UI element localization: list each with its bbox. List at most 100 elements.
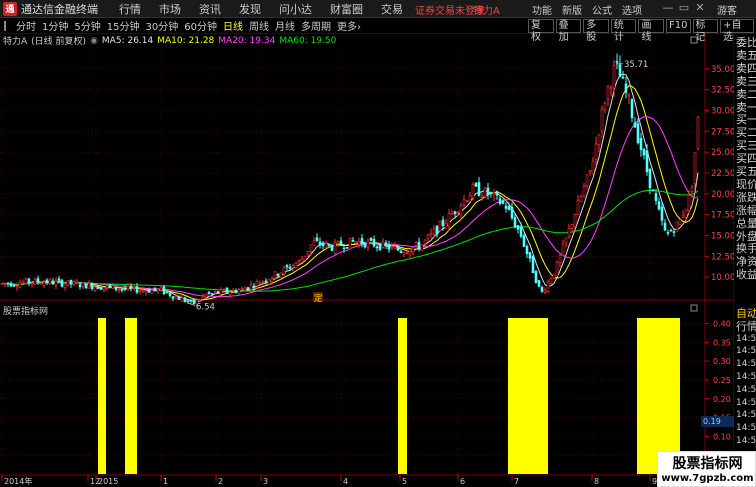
watermark-title: 股票指标网 [672, 456, 743, 472]
candle-body [267, 279, 271, 285]
candle-body [72, 281, 76, 285]
candle-body [279, 272, 283, 279]
candle-body [84, 283, 88, 289]
quote-label: 卖二 [736, 87, 756, 101]
candle-body [576, 200, 580, 215]
quote-label: 卖五 [736, 48, 756, 62]
candle-body [87, 283, 91, 289]
tick-time-label: 14:5 [736, 359, 756, 370]
pane-maximize-icon [690, 36, 698, 44]
candle-body [429, 232, 433, 236]
candle-body [474, 183, 478, 187]
panel-tab-label[interactable]: 行情 [736, 320, 756, 333]
ma5-line [1, 73, 699, 303]
candle-body [246, 287, 250, 290]
candle-body [435, 225, 439, 235]
candle-body [315, 237, 319, 241]
chart-axes: 35.00 32.50 30.00 27.50 25.00 22.50 20.00 17.50… [1, 36, 735, 486]
candle-body [168, 292, 172, 297]
candle-body [555, 262, 559, 277]
candle-body [144, 290, 148, 293]
candle-body [186, 300, 190, 303]
indicator-maximize-icon [690, 304, 698, 312]
quote-side-panel[interactable]: 委比 卖五 卖四 卖三 卖二 卖一 买一 买二 买三 买四 买五 现价 涨跌 涨幅 总量 外盘 换手 净资 收益 自动… [734, 34, 756, 487]
candle-body [609, 87, 613, 90]
candle-body [231, 289, 235, 292]
time-tick-label: 1 [163, 477, 168, 486]
indicator-current-value: 0.19 [701, 416, 734, 427]
candle-body [657, 201, 661, 210]
candle-body [54, 280, 58, 286]
candle-body [345, 247, 349, 249]
candle-body [507, 206, 511, 211]
indicator-tick-label: 0.35 [713, 338, 731, 347]
tick-time-label: 14:5 [736, 423, 756, 434]
candle-body [204, 293, 208, 298]
candle-body [135, 286, 139, 293]
quote-label: 收益 [736, 268, 756, 282]
candle-body [249, 284, 253, 290]
candle-body [360, 238, 364, 245]
candle-body [648, 168, 652, 189]
candle-body [537, 280, 541, 287]
candle-body [318, 241, 322, 246]
quote-label: 涨幅 [736, 203, 756, 217]
candle-body [456, 211, 460, 214]
candle-body [639, 137, 643, 151]
candle-body [156, 289, 160, 292]
indicator-signal-bar [508, 318, 548, 474]
candle-body [513, 217, 517, 228]
candle-body [258, 282, 262, 285]
candle-body [489, 191, 493, 194]
price-tick-label: 30.00 [711, 107, 735, 117]
candle-body [255, 281, 259, 287]
candle-body [651, 189, 655, 192]
candle-body [129, 285, 133, 289]
kline-chart[interactable]: 35.00 32.50 30.00 27.50 25.00 22.50 20.00 17.50… [0, 0, 756, 487]
low-price-annotation: 6.54 [196, 303, 215, 313]
tick-time-label: 14:5 [736, 372, 756, 382]
candle-body [519, 226, 523, 237]
time-tick-label: 8 [594, 477, 599, 486]
candle-body [633, 122, 637, 128]
time-tick-label: 3 [263, 477, 268, 486]
ma20-line [1, 116, 699, 298]
candle-body [636, 123, 640, 144]
candle-body [690, 187, 694, 192]
candle-body [570, 224, 574, 229]
candle-body [567, 228, 571, 237]
quote-label: 卖一 [736, 100, 756, 114]
candle-body [612, 65, 616, 89]
time-tick-label: 2 [218, 477, 223, 486]
candle-body [276, 273, 280, 277]
candle-body [81, 282, 85, 287]
chart-grid [0, 34, 735, 487]
quote-label: 买二 [736, 126, 756, 140]
candle-body [504, 205, 508, 209]
candle-body [342, 247, 346, 250]
candle-body [117, 289, 121, 291]
candle-body [597, 134, 601, 145]
candle-body [630, 99, 634, 119]
candle-body [348, 238, 352, 250]
candle-body [24, 278, 28, 285]
quote-label: 卖三 [736, 74, 756, 88]
quote-label: 涨跌 [736, 190, 756, 204]
candle-body [201, 295, 205, 299]
candle-body [528, 252, 532, 259]
candle-body [228, 291, 232, 295]
candle-body [645, 150, 649, 173]
indicator-tick-label: 0.10 [713, 432, 731, 441]
candle-body [9, 282, 13, 287]
candle-body [363, 242, 367, 248]
candle-body [12, 284, 16, 287]
candle-body [393, 246, 397, 250]
candle-body [222, 289, 226, 292]
candle-body [57, 278, 61, 281]
candle-body [378, 243, 382, 250]
candle-body [438, 221, 442, 232]
panel-tab-label[interactable]: 自动 [736, 307, 756, 320]
candle-body [213, 291, 217, 294]
candle-body [180, 297, 184, 302]
candle-body [534, 271, 538, 283]
